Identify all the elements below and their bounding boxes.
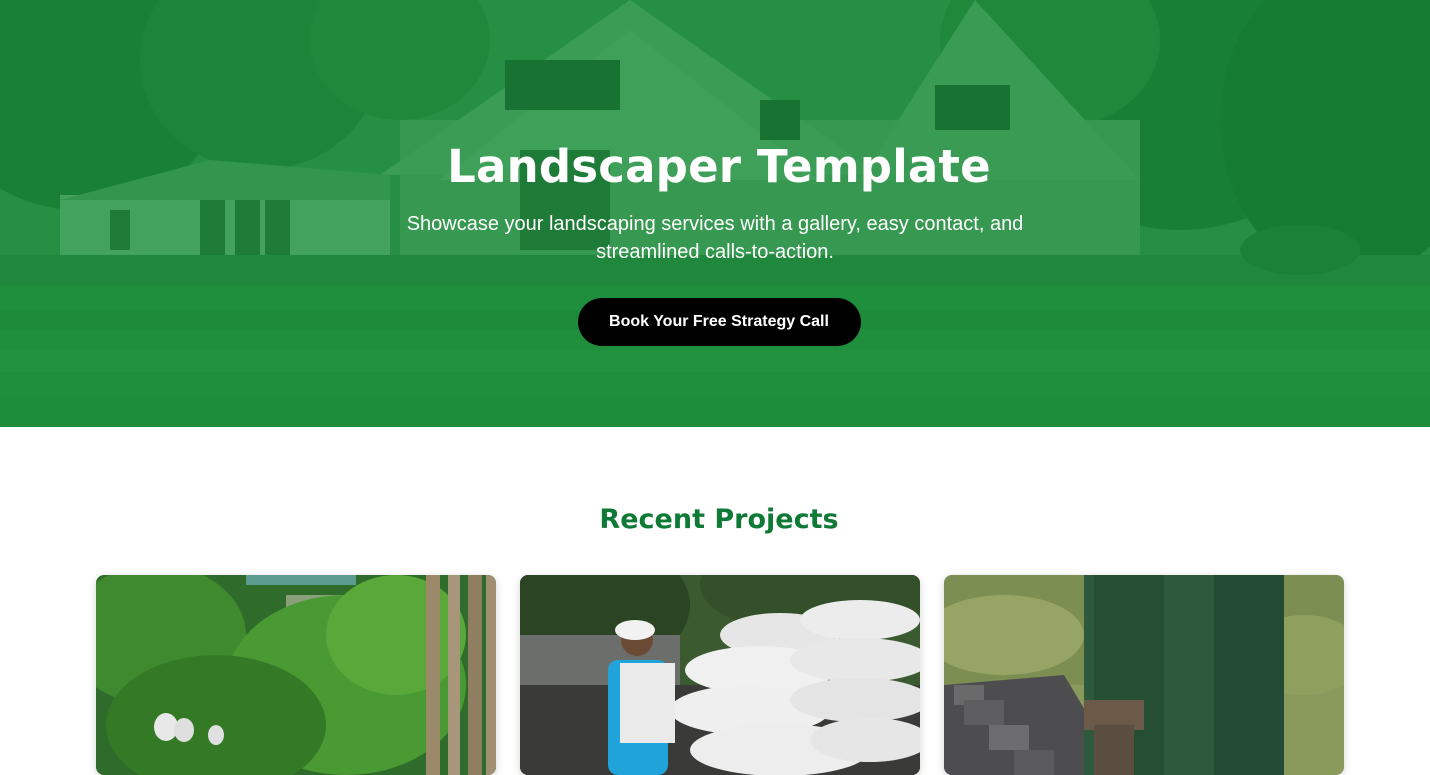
book-strategy-call-button[interactable]: Book Your Free Strategy Call <box>577 298 861 346</box>
hero-title: Landscaper Template <box>447 140 991 193</box>
hero-subtitle: Showcase your landscaping services with … <box>406 213 1024 263</box>
recent-projects-heading: Recent Projects <box>599 504 839 535</box>
project-card-tropical-garden[interactable] <box>96 575 496 775</box>
hero-content: Landscaper Template Showcase your landsc… <box>0 0 1430 427</box>
paver-installation-photo <box>944 575 1344 775</box>
tropical-garden-photo <box>96 575 496 775</box>
project-card-soil-delivery[interactable] <box>520 575 920 775</box>
hero-section: Landscaper Template Showcase your landsc… <box>0 0 1430 427</box>
project-card-paver-installation[interactable] <box>944 575 1344 775</box>
worker-carrying-soil-bags-photo <box>520 575 920 775</box>
